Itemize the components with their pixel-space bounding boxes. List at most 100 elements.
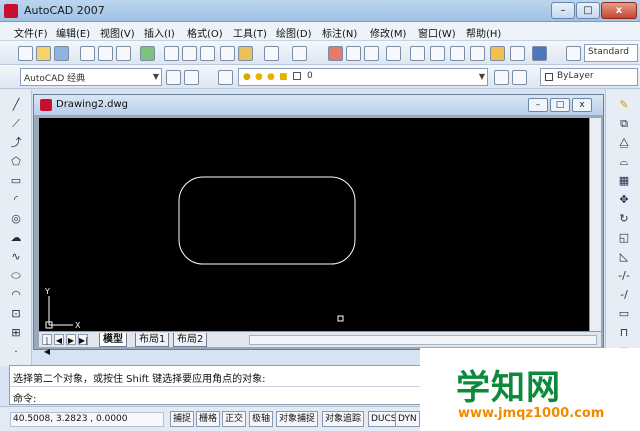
vertical-scrollbar[interactable] xyxy=(589,118,601,331)
zoom-previous-icon[interactable] xyxy=(386,46,401,61)
mirror-icon[interactable]: ⧋ xyxy=(617,136,631,150)
otrack-toggle[interactable]: 对象追踪 xyxy=(322,411,365,427)
menu-modify[interactable]: 修改(M) xyxy=(370,25,406,40)
previous-tab-icon[interactable]: ◀ xyxy=(54,334,64,345)
menu-format[interactable]: 格式(O) xyxy=(187,25,223,40)
osnap-toggle[interactable]: 对象捕捉 xyxy=(276,411,319,427)
rectangle-icon[interactable]: ▭ xyxy=(9,174,23,188)
construction-line-icon[interactable]: ⟋ xyxy=(9,117,23,131)
color-select[interactable]: ByLayer xyxy=(540,68,638,86)
tab-layout1[interactable]: 布局1 xyxy=(135,333,170,347)
save-workspace-icon[interactable] xyxy=(184,70,199,85)
new-file-icon[interactable] xyxy=(18,46,33,61)
first-tab-icon[interactable]: |◀ xyxy=(42,334,52,356)
menu-bar: 文件(F) 编辑(E) 视图(V) 插入(I) 格式(O) 工具(T) 绘图(D… xyxy=(0,22,640,41)
command-prompt[interactable]: 命令: xyxy=(13,390,36,405)
menu-window[interactable]: 窗口(W) xyxy=(418,25,456,40)
polyline-icon[interactable]: ⤴ xyxy=(9,136,23,150)
model-space-canvas[interactable]: Y X xyxy=(39,118,599,331)
last-tab-icon[interactable]: ▶| xyxy=(78,334,88,345)
tab-layout2[interactable]: 布局2 xyxy=(173,333,208,347)
drawing-maximize-button[interactable]: □ xyxy=(550,98,570,112)
spline-icon[interactable]: ∿ xyxy=(9,250,23,264)
design-center-icon[interactable] xyxy=(430,46,445,61)
copy-icon[interactable] xyxy=(182,46,197,61)
next-tab-icon[interactable]: ▶ xyxy=(66,334,76,345)
make-block-icon[interactable]: ⊞ xyxy=(9,326,23,340)
revision-cloud-icon[interactable]: ☁ xyxy=(9,231,23,245)
menu-dimension[interactable]: 标注(N) xyxy=(322,25,357,40)
text-style-select[interactable]: Standard xyxy=(584,44,638,62)
zoom-window-icon[interactable] xyxy=(364,46,379,61)
sheet-set-icon[interactable] xyxy=(470,46,485,61)
drawing-close-button[interactable]: x xyxy=(572,98,592,112)
array-icon[interactable]: ▦ xyxy=(617,174,631,188)
menu-edit[interactable]: 编辑(E) xyxy=(56,25,90,40)
menu-tools[interactable]: 工具(T) xyxy=(233,25,267,40)
polygon-icon[interactable]: ⬠ xyxy=(9,155,23,169)
3d-dwf-icon[interactable] xyxy=(140,46,155,61)
close-button[interactable]: x xyxy=(601,2,637,19)
layer-select[interactable]: ● ● ● ■ 0 ▼ xyxy=(238,68,488,86)
move-icon[interactable]: ✥ xyxy=(617,193,631,207)
menu-help[interactable]: 帮助(H) xyxy=(466,25,501,40)
print-preview-icon[interactable] xyxy=(98,46,113,61)
grid-toggle[interactable]: 栅格 xyxy=(196,411,221,427)
undo-icon[interactable] xyxy=(264,46,279,61)
tab-model[interactable]: 模型 xyxy=(99,333,127,347)
markup-icon[interactable] xyxy=(490,46,505,61)
copy-object-icon[interactable]: ⧉ xyxy=(617,117,631,131)
trim-icon[interactable]: -/- xyxy=(617,269,631,283)
site-watermark: 学知网 www.jmqz1000.com xyxy=(420,348,640,431)
match-properties-icon[interactable] xyxy=(220,46,235,61)
dyn-toggle[interactable]: DYN xyxy=(395,411,420,427)
menu-insert[interactable]: 插入(I) xyxy=(144,25,175,40)
erase-icon[interactable]: ✎ xyxy=(617,98,631,112)
layer-manager-icon[interactable] xyxy=(218,70,233,85)
insert-block-icon[interactable]: ⊡ xyxy=(9,307,23,321)
stretch-icon[interactable]: ◺ xyxy=(617,250,631,264)
layer-previous-icon[interactable] xyxy=(512,70,527,85)
circle-icon[interactable]: ◎ xyxy=(9,212,23,226)
maximize-button[interactable]: □ xyxy=(576,2,600,19)
drawing-minimize-button[interactable]: – xyxy=(528,98,548,112)
rotate-icon[interactable]: ↻ xyxy=(617,212,631,226)
horizontal-scrollbar[interactable] xyxy=(249,335,597,345)
text-style-icon[interactable] xyxy=(566,46,581,61)
join-icon[interactable]: ⊓ xyxy=(617,326,631,340)
ellipse-arc-icon[interactable]: ◠ xyxy=(9,288,23,302)
line-icon[interactable]: ╱ xyxy=(9,98,23,112)
help-icon[interactable] xyxy=(532,46,547,61)
properties-icon[interactable] xyxy=(410,46,425,61)
snap-toggle[interactable]: 捕捉 xyxy=(170,411,195,427)
polar-toggle[interactable]: 极轴 xyxy=(249,411,274,427)
workspace-settings-icon[interactable] xyxy=(166,70,181,85)
scale-icon[interactable]: ◱ xyxy=(617,231,631,245)
menu-file[interactable]: 文件(F) xyxy=(14,25,48,40)
coordinate-display[interactable]: 40.5008, 3.2823 , 0.0000 xyxy=(10,412,164,427)
block-editor-icon[interactable] xyxy=(238,46,253,61)
arc-icon[interactable]: ◜ xyxy=(9,193,23,207)
print-icon[interactable] xyxy=(80,46,95,61)
publish-icon[interactable] xyxy=(116,46,131,61)
ellipse-icon[interactable]: ⬭ xyxy=(9,269,23,283)
menu-draw[interactable]: 绘图(D) xyxy=(276,25,312,40)
open-file-icon[interactable] xyxy=(36,46,51,61)
extend-icon[interactable]: -/ xyxy=(617,288,631,302)
workspace-select[interactable]: AutoCAD 经典 ▼ xyxy=(20,68,162,86)
offset-icon[interactable]: ⌓ xyxy=(617,155,631,169)
tool-palettes-icon[interactable] xyxy=(450,46,465,61)
ortho-toggle[interactable]: 正交 xyxy=(222,411,247,427)
menu-view[interactable]: 视图(V) xyxy=(100,25,135,40)
point-icon[interactable]: · xyxy=(9,345,23,359)
redo-icon[interactable] xyxy=(292,46,307,61)
break-icon[interactable]: ▭ xyxy=(617,307,631,321)
paste-icon[interactable] xyxy=(200,46,215,61)
minimize-button[interactable]: – xyxy=(551,2,575,19)
pan-icon[interactable] xyxy=(328,46,343,61)
make-current-layer-icon[interactable] xyxy=(494,70,509,85)
save-icon[interactable] xyxy=(54,46,69,61)
calculator-icon[interactable] xyxy=(510,46,525,61)
cut-icon[interactable] xyxy=(164,46,179,61)
zoom-realtime-icon[interactable] xyxy=(346,46,361,61)
